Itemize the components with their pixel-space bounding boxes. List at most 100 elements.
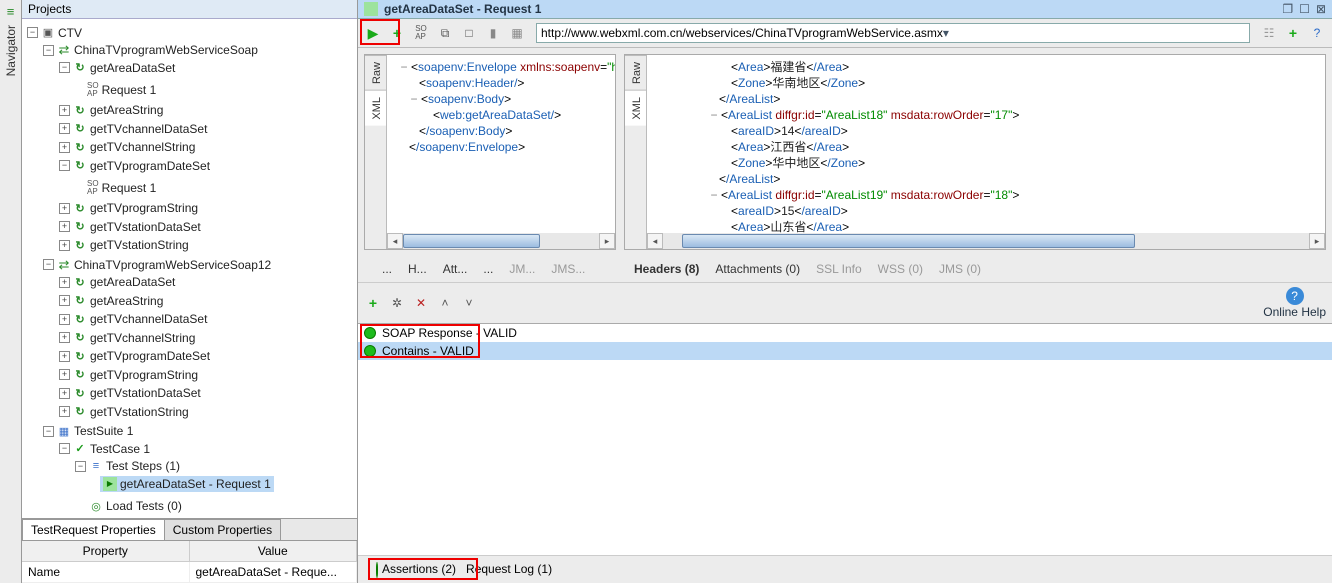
collapse-icon[interactable]: −	[43, 45, 54, 56]
testcase-node[interactable]: TestCase 1	[90, 442, 150, 456]
expand-icon[interactable]: +	[59, 142, 70, 153]
tab-jms[interactable]: JMS (0)	[939, 262, 981, 276]
close-icon[interactable]: ⊠	[1316, 2, 1326, 16]
operation-node[interactable]: getAreaDataSet	[90, 275, 175, 289]
operation-node[interactable]: getAreaDataSet	[90, 61, 175, 75]
suite-node[interactable]: TestSuite 1	[74, 424, 133, 438]
assertion-row[interactable]: Contains - VALID	[358, 342, 1332, 360]
operation-node[interactable]: getTVprogramDateSet	[90, 159, 210, 173]
resp-scrollbar[interactable]: ◂▸	[647, 233, 1325, 249]
operation-node[interactable]: getTVstationString	[90, 405, 189, 419]
help-icon[interactable]: ?	[1286, 287, 1304, 305]
operation-node[interactable]: getTVprogramDateSet	[90, 349, 210, 363]
interface-node[interactable]: ChinaTVprogramWebServiceSoap	[74, 43, 258, 57]
remove-assertion-button[interactable]: ✕	[412, 294, 430, 312]
request-xml[interactable]: −<soapenv:Envelope xmlns:soapenv="htt <s…	[387, 55, 615, 233]
collapse-icon[interactable]: −	[59, 62, 70, 73]
tab-resp-headers[interactable]: Headers (8)	[634, 262, 699, 276]
steps-node[interactable]: Test Steps (1)	[106, 459, 180, 473]
run-button[interactable]: ▶	[364, 24, 382, 42]
expand-icon[interactable]: +	[59, 277, 70, 288]
tab-wsa[interactable]: ...	[483, 262, 493, 276]
expand-icon[interactable]: +	[59, 369, 70, 380]
navigator-tab[interactable]: ≡ Navigator	[0, 0, 22, 583]
user-button[interactable]: ▮	[484, 24, 502, 42]
expand-icon[interactable]: +	[59, 203, 70, 214]
request-node[interactable]: Request 1	[102, 83, 157, 97]
tab-resp-attachments[interactable]: Attachments (0)	[715, 262, 800, 276]
tab-raw[interactable]: Raw	[365, 55, 386, 90]
tab-ssl[interactable]: SSL Info	[816, 262, 862, 276]
help-label[interactable]: Online Help	[1263, 305, 1326, 319]
expand-icon[interactable]: +	[59, 295, 70, 306]
add-button[interactable]: +	[388, 24, 406, 42]
attach-button[interactable]: ⧉	[436, 24, 454, 42]
assertion-label: Contains - VALID	[382, 344, 474, 358]
collapse-icon[interactable]: −	[75, 461, 86, 472]
interface-node[interactable]: ChinaTVprogramWebServiceSoap12	[74, 258, 271, 272]
operation-node[interactable]: getTVstationDataSet	[90, 386, 201, 400]
add2-button[interactable]: +	[1284, 24, 1302, 42]
tab-attachments[interactable]: Att...	[443, 262, 468, 276]
expand-icon[interactable]: +	[59, 332, 70, 343]
operation-node[interactable]: getTVprogramString	[90, 201, 198, 215]
tab-assertions[interactable]: Assertions (2)	[376, 562, 456, 577]
endpoint-url[interactable]: http://www.webxml.com.cn/webservices/Chi…	[536, 23, 1250, 43]
operation-node[interactable]: getTVchannelString	[90, 331, 195, 345]
tab-testrequest-properties[interactable]: TestRequest Properties	[22, 519, 165, 540]
tab-raw[interactable]: Raw	[625, 55, 646, 90]
config-assertion-button[interactable]: ✲	[388, 294, 406, 312]
collapse-icon[interactable]: −	[59, 160, 70, 171]
up-button[interactable]: ˄	[436, 294, 454, 312]
tab-custom-properties[interactable]: Custom Properties	[164, 519, 281, 540]
teststep-node[interactable]: ▶getAreaDataSet - Request 1	[100, 476, 274, 492]
operation-node[interactable]: getTVstationDataSet	[90, 220, 201, 234]
col-value: Value	[190, 541, 358, 561]
stop-button[interactable]: □	[460, 24, 478, 42]
operation-icon: ↻	[73, 349, 87, 363]
assertion-row[interactable]: SOAP Response - VALID	[358, 324, 1332, 342]
expand-icon[interactable]: +	[59, 105, 70, 116]
collapse-icon[interactable]: −	[59, 443, 70, 454]
request-node[interactable]: Request 1	[102, 181, 157, 195]
expand-icon[interactable]: +	[59, 240, 70, 251]
collapse-icon[interactable]: −	[43, 259, 54, 270]
project-node[interactable]: CTV	[58, 26, 82, 40]
expand-icon[interactable]: +	[59, 351, 70, 362]
tab-wss[interactable]: WSS (0)	[878, 262, 923, 276]
expand-icon[interactable]: +	[59, 123, 70, 134]
operation-node[interactable]: getTVprogramString	[90, 368, 198, 382]
loadtest-node[interactable]: Load Tests (0)	[106, 499, 182, 513]
tab-jms-h[interactable]: JM...	[509, 262, 535, 276]
config-button[interactable]: ☷	[1260, 24, 1278, 42]
soap-button[interactable]: SOAP	[412, 24, 430, 42]
tab-jms-p[interactable]: JMS...	[551, 262, 585, 276]
req-scrollbar[interactable]: ◂▸	[387, 233, 615, 249]
expand-icon[interactable]: +	[59, 221, 70, 232]
operation-node[interactable]: getTVstationString	[90, 238, 189, 252]
operation-node[interactable]: getAreaString	[90, 103, 163, 117]
expand-icon[interactable]: +	[59, 388, 70, 399]
expand-icon[interactable]: +	[59, 406, 70, 417]
collapse-icon[interactable]: −	[27, 27, 38, 38]
tab-xml[interactable]: XML	[625, 90, 646, 126]
response-xml[interactable]: <Area>福建省</Area> <Zone>华南地区</Zone> </Are…	[647, 55, 1325, 233]
operation-node[interactable]: getTVchannelString	[90, 140, 195, 154]
wss-button[interactable]: ▦	[508, 24, 526, 42]
restore-icon[interactable]: ❐	[1282, 2, 1293, 16]
collapse-icon[interactable]: −	[43, 426, 54, 437]
tab-xml[interactable]: XML	[365, 90, 386, 126]
tab-request-log[interactable]: Request Log (1)	[466, 562, 552, 577]
help-button[interactable]: ?	[1308, 24, 1326, 42]
operation-node[interactable]: getTVchannelDataSet	[90, 312, 207, 326]
tab-headers[interactable]: H...	[408, 262, 427, 276]
prop-name-value[interactable]: getAreaDataSet - Reque...	[190, 562, 358, 582]
expand-icon[interactable]: +	[59, 314, 70, 325]
tab-auth[interactable]: ...	[382, 262, 392, 276]
down-button[interactable]: ˅	[460, 294, 478, 312]
operation-node[interactable]: getTVchannelDataSet	[90, 122, 207, 136]
operation-node[interactable]: getAreaString	[90, 294, 163, 308]
project-tree[interactable]: −▣CTV −⇄ChinaTVprogramWebServiceSoap −↻g…	[22, 19, 357, 518]
maximize-icon[interactable]: ☐	[1299, 2, 1310, 16]
add-assertion-button[interactable]: +	[364, 294, 382, 312]
